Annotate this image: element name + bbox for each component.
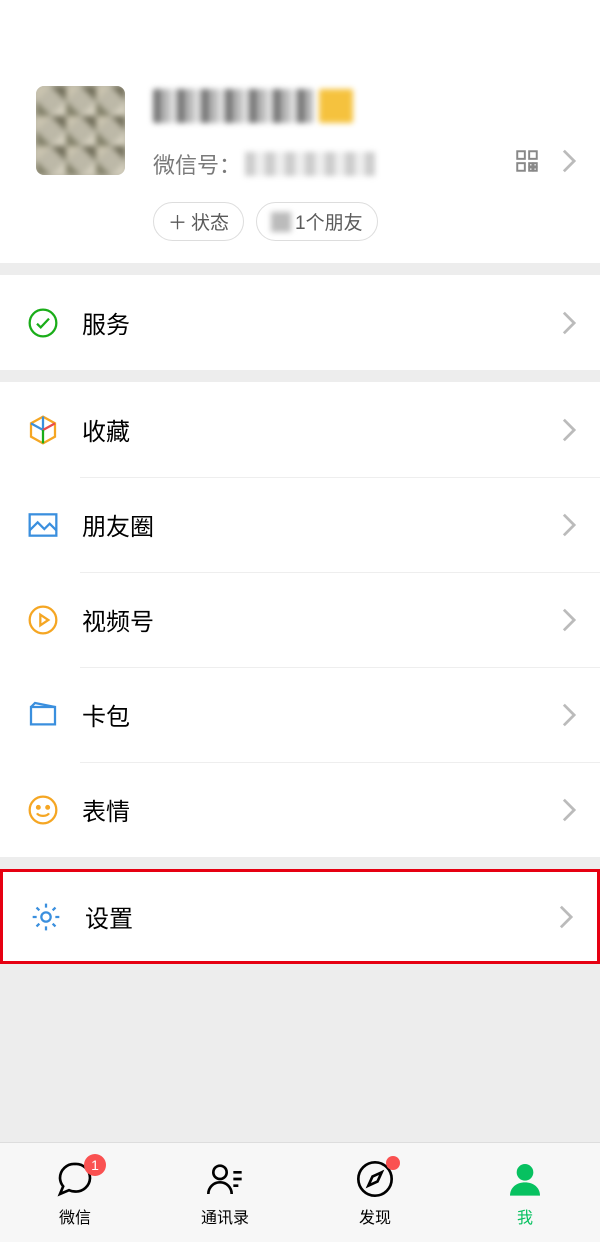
friends-status-label: 1个朋友 — [295, 208, 363, 235]
chats-icon: 1 — [54, 1158, 96, 1200]
menu-label: 朋友圈 — [82, 507, 562, 542]
status-button[interactable]: ＋ 状态 — [153, 202, 244, 241]
tab-label: 发现 — [359, 1204, 391, 1228]
chevron-right-icon — [562, 703, 576, 727]
me-icon — [504, 1158, 546, 1200]
channels-icon — [26, 603, 60, 637]
menu-label: 设置 — [85, 899, 559, 934]
chevron-right-icon — [562, 311, 576, 335]
menu-item-favorites[interactable]: 收藏 — [0, 382, 600, 477]
wechat-id-value — [245, 152, 375, 176]
chevron-right-icon — [562, 513, 576, 537]
plus-icon: ＋ — [168, 208, 187, 235]
services-icon — [26, 306, 60, 340]
tab-contacts[interactable]: 通讯录 — [150, 1158, 300, 1228]
chevron-right-icon — [562, 418, 576, 442]
menu-label: 收藏 — [82, 412, 562, 447]
tab-label: 通讯录 — [201, 1204, 249, 1228]
wechat-id-row: 微信号： — [153, 148, 514, 180]
contacts-icon — [204, 1158, 246, 1200]
chevron-right-icon — [562, 149, 576, 173]
menu-item-cards[interactable]: 卡包 — [0, 667, 600, 762]
chevron-right-icon — [562, 798, 576, 822]
chats-badge: 1 — [84, 1154, 106, 1176]
menu-label: 服务 — [82, 305, 562, 340]
menu-item-stickers[interactable]: 表情 — [0, 762, 600, 857]
profile-name — [153, 86, 514, 126]
tab-me[interactable]: 我 — [450, 1158, 600, 1228]
status-button-label: 状态 — [191, 208, 229, 235]
menu-label: 卡包 — [82, 697, 562, 732]
menu-item-moments[interactable]: 朋友圈 — [0, 477, 600, 572]
moments-icon — [26, 508, 60, 542]
menu-item-settings[interactable]: 设置 — [0, 869, 600, 964]
qr-code-icon[interactable] — [514, 148, 540, 174]
tab-chats[interactable]: 1 微信 — [0, 1158, 150, 1228]
stickers-icon — [26, 793, 60, 827]
profile-section[interactable]: 微信号： — [0, 0, 600, 263]
chevron-right-icon — [562, 608, 576, 632]
settings-icon — [29, 900, 63, 934]
discover-badge — [386, 1156, 400, 1170]
menu-item-services[interactable]: 服务 — [0, 275, 600, 370]
wechat-id-label: 微信号： — [153, 148, 241, 180]
menu-label: 视频号 — [82, 602, 562, 637]
avatar[interactable] — [36, 86, 125, 175]
tab-label: 我 — [517, 1204, 533, 1228]
tab-bar: 1 微信 通讯录 发现 — [0, 1142, 600, 1242]
chevron-right-icon — [559, 905, 573, 929]
menu-label: 表情 — [82, 792, 562, 827]
cards-icon — [26, 698, 60, 732]
tab-discover[interactable]: 发现 — [300, 1158, 450, 1228]
friends-status-button[interactable]: 1个朋友 — [256, 202, 378, 241]
discover-icon — [354, 1158, 396, 1200]
menu-item-channels[interactable]: 视频号 — [0, 572, 600, 667]
tab-label: 微信 — [59, 1204, 91, 1228]
favorites-icon — [26, 413, 60, 447]
friend-avatar-icon — [271, 212, 291, 232]
